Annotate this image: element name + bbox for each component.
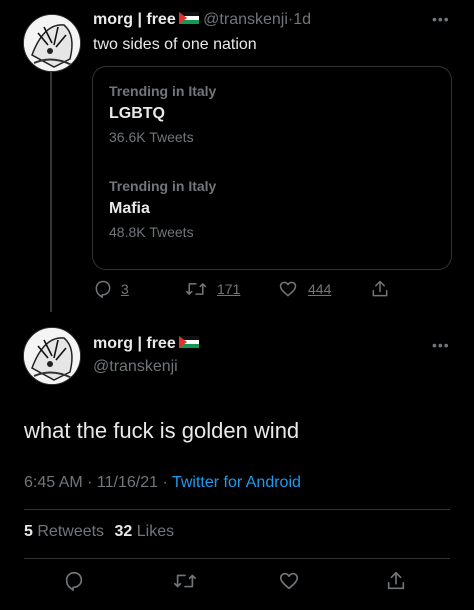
more-icon[interactable]: ••• [432, 11, 450, 27]
like-button[interactable]: 444 [278, 279, 331, 299]
display-name[interactable]: morg | free [93, 335, 176, 352]
retweets-count: 5 [24, 523, 33, 540]
tweet-text: two sides of one nation [93, 36, 257, 53]
share-icon [387, 571, 405, 590]
reply-button[interactable]: 3 [93, 279, 129, 299]
tweet-text: what the fuck is golden wind [24, 418, 300, 443]
like-button[interactable] [278, 570, 300, 592]
tweet1-header: morg | free @transkenji·1d [93, 10, 311, 30]
tweet-meta: 6:45 AM · 11/16/21 · Twitter for Android [24, 474, 301, 492]
retweets-label: Retweets [37, 523, 105, 540]
like-count: 444 [308, 281, 332, 297]
tweet-source[interactable]: Twitter for Android [172, 474, 301, 491]
trend-label: Trending in Italy [109, 83, 217, 99]
likes-count: 32 [114, 523, 133, 540]
tweet2-name: morg | free [93, 335, 199, 353]
palestine-flag-icon [178, 12, 199, 25]
trend-count: 48.8K Tweets [109, 224, 194, 240]
reply-icon [95, 280, 111, 299]
share-button[interactable] [370, 279, 390, 299]
trend-topic[interactable]: LGBTQ [109, 105, 216, 123]
palestine-flag-icon [178, 336, 199, 349]
handle[interactable]: @transkenji [93, 358, 178, 376]
tweet-timestamp: 6:45 AM · 11/16/21 · [24, 474, 172, 491]
likes-stat[interactable]: 32 Likes [115, 523, 175, 540]
retweet-count: 171 [217, 281, 241, 297]
share-button[interactable] [385, 570, 407, 592]
divider [24, 509, 450, 510]
trend-card[interactable]: Trending in Italy LGBTQ 36.6K Tweets Tre… [92, 66, 452, 270]
retweet-icon [185, 283, 207, 295]
retweet-button[interactable] [173, 570, 197, 592]
reply-count: 3 [121, 281, 129, 297]
handle[interactable]: @transkenji [203, 11, 288, 28]
avatar[interactable] [23, 327, 81, 385]
trend-topic[interactable]: Mafia [109, 200, 216, 218]
retweet-button[interactable]: 171 [185, 279, 240, 299]
reply-button[interactable] [63, 570, 85, 592]
avatar[interactable] [23, 14, 81, 72]
trend-count: 36.6K Tweets [109, 129, 194, 145]
divider [24, 558, 450, 559]
trend-label: Trending in Italy [109, 178, 217, 194]
likes-label: Likes [136, 523, 175, 540]
retweet-icon [174, 574, 196, 588]
thread-line [50, 72, 52, 312]
more-icon[interactable]: ••• [432, 337, 450, 353]
reply-icon [65, 571, 83, 591]
like-icon [279, 572, 299, 590]
share-icon [372, 280, 388, 297]
retweets-stat[interactable]: 5 Retweets [24, 523, 104, 540]
display-name[interactable]: morg | free [93, 11, 176, 28]
tweet-stats: 5 Retweets 32 Likes [24, 523, 174, 541]
like-icon [279, 281, 297, 297]
tweet-time[interactable]: 1d [293, 11, 311, 28]
